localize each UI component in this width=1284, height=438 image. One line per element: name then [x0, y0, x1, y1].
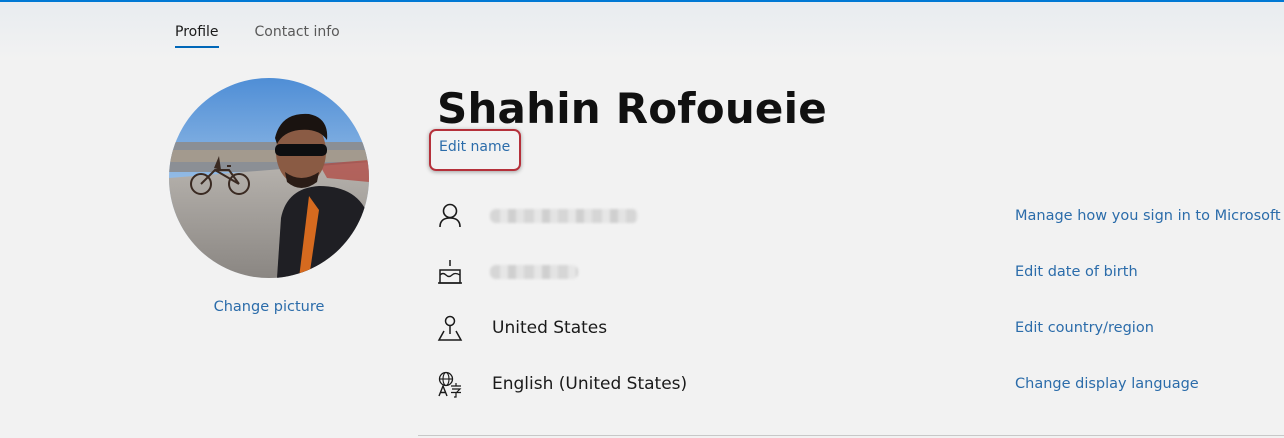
edit-date-of-birth-link[interactable]: Edit date of birth: [1015, 264, 1138, 280]
info-row-account: Manage how you sign in to Microsoft: [437, 202, 1281, 234]
info-row-birthday: Edit date of birth: [437, 258, 1277, 290]
profile-tabs: Profile Contact info: [175, 24, 340, 48]
blurred-birthday-value: [490, 265, 578, 279]
tab-contact-info[interactable]: Contact info: [255, 24, 340, 48]
edit-name-link[interactable]: Edit name: [439, 139, 510, 155]
info-row-country: United States Edit country/region: [437, 314, 1277, 346]
blurred-account-value: [490, 209, 638, 223]
profile-photo-image: [169, 78, 369, 278]
edit-country-region-link[interactable]: Edit country/region: [1015, 320, 1154, 336]
language-value: English (United States): [492, 374, 688, 394]
change-picture-link[interactable]: Change picture: [169, 299, 369, 315]
change-display-language-link[interactable]: Change display language: [1015, 376, 1199, 392]
birthday-cake-icon: [437, 258, 463, 286]
info-row-language: English (United States) Change display l…: [437, 370, 1277, 402]
country-value: United States: [492, 318, 608, 338]
map-pin-icon: [437, 314, 463, 342]
tab-profile[interactable]: Profile: [175, 24, 219, 48]
profile-name: Shahin Rofoueie: [437, 84, 827, 133]
manage-sign-in-link[interactable]: Manage how you sign in to Microsoft: [1015, 208, 1281, 224]
person-icon: [437, 202, 463, 230]
language-icon: [437, 370, 463, 398]
profile-picture[interactable]: [169, 78, 369, 278]
section-divider: [418, 435, 1284, 436]
